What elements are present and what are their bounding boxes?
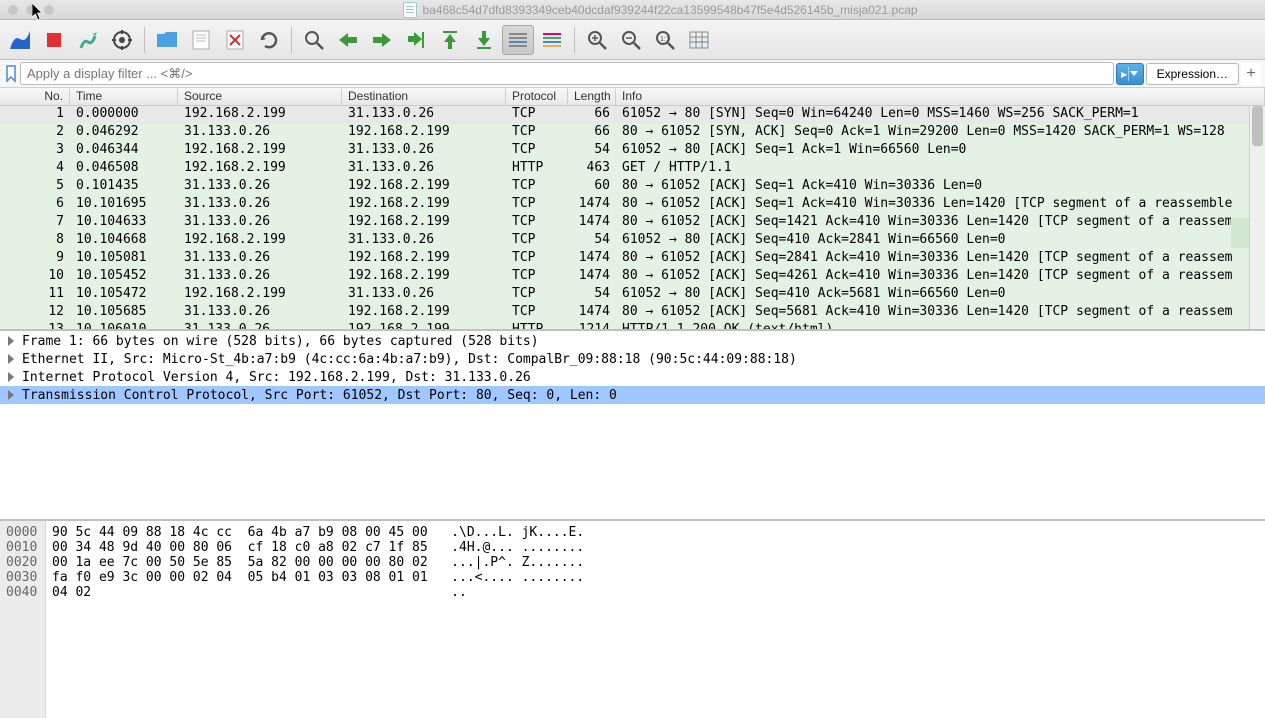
bookmark-icon[interactable] bbox=[4, 65, 18, 83]
packet-list-pane: No. Time Source Destination Protocol Len… bbox=[0, 88, 1265, 331]
toolbar-separator bbox=[574, 27, 575, 53]
toolbar-separator bbox=[291, 27, 292, 53]
col-time[interactable]: Time bbox=[70, 88, 178, 105]
main-toolbar: 1:1 bbox=[0, 20, 1265, 60]
close-window[interactable] bbox=[8, 5, 18, 15]
toolbar-separator bbox=[144, 27, 145, 53]
col-no[interactable]: No. bbox=[0, 88, 70, 105]
packet-row[interactable]: 10.000000192.168.2.19931.133.0.26TCP6661… bbox=[0, 106, 1265, 124]
save-file-button[interactable] bbox=[185, 25, 217, 55]
goto-last-button[interactable] bbox=[468, 25, 500, 55]
cursor-icon bbox=[32, 3, 44, 21]
goto-packet-button[interactable] bbox=[400, 25, 432, 55]
packet-row[interactable]: 810.104668192.168.2.19931.133.0.26TCP546… bbox=[0, 232, 1265, 250]
packet-row[interactable]: 30.046344192.168.2.19931.133.0.26TCP5461… bbox=[0, 142, 1265, 160]
zoom-window[interactable] bbox=[44, 5, 54, 15]
find-packet-button[interactable] bbox=[298, 25, 330, 55]
packet-row[interactable]: 610.10169531.133.0.26192.168.2.199TCP147… bbox=[0, 196, 1265, 214]
packet-row[interactable]: 40.046508192.168.2.19931.133.0.26HTTP463… bbox=[0, 160, 1265, 178]
wireshark-icon[interactable] bbox=[4, 25, 36, 55]
go-forward-button[interactable] bbox=[366, 25, 398, 55]
goto-first-button[interactable] bbox=[434, 25, 466, 55]
auto-scroll-button[interactable] bbox=[502, 25, 534, 55]
expand-icon[interactable] bbox=[4, 334, 18, 348]
display-filter-input[interactable] bbox=[20, 62, 1114, 85]
svg-text:1:1: 1:1 bbox=[660, 36, 670, 43]
hex-dump[interactable]: 90 5c 44 09 88 18 4c cc 6a 4b a7 b9 08 0… bbox=[46, 521, 590, 718]
filter-toolbar: ▸ Expression… + bbox=[0, 60, 1265, 88]
col-length[interactable]: Length bbox=[568, 88, 616, 105]
expression-button[interactable]: Expression… bbox=[1146, 63, 1239, 85]
packet-list-header[interactable]: No. Time Source Destination Protocol Len… bbox=[0, 88, 1265, 106]
packet-details-pane[interactable]: Frame 1: 66 bytes on wire (528 bits), 66… bbox=[0, 331, 1265, 521]
packet-row[interactable]: 50.10143531.133.0.26192.168.2.199TCP6080… bbox=[0, 178, 1265, 196]
packet-row[interactable]: 1310.10601031.133.0.26192.168.2.199HTTP1… bbox=[0, 322, 1265, 331]
tree-item[interactable]: Frame 1: 66 bytes on wire (528 bits), 66… bbox=[0, 332, 1265, 350]
packet-minimap bbox=[1231, 106, 1249, 329]
window-title-wrap: ba468c54d7dfd8393349ceb40dcdaf939244f22c… bbox=[64, 2, 1257, 18]
close-file-button[interactable] bbox=[219, 25, 251, 55]
filter-apply-dropdown[interactable]: ▸ bbox=[1116, 63, 1144, 85]
packet-row[interactable]: 910.10508131.133.0.26192.168.2.199TCP147… bbox=[0, 250, 1265, 268]
window-controls bbox=[8, 5, 54, 15]
zoom-out-button[interactable] bbox=[615, 25, 647, 55]
expand-icon[interactable] bbox=[4, 370, 18, 384]
zoom-in-button[interactable] bbox=[581, 25, 613, 55]
packet-row[interactable]: 20.04629231.133.0.26192.168.2.199TCP6680… bbox=[0, 124, 1265, 142]
packet-list-body[interactable]: 10.000000192.168.2.19931.133.0.26TCP6661… bbox=[0, 106, 1265, 331]
capture-options-button[interactable] bbox=[106, 25, 138, 55]
tree-item[interactable]: Internet Protocol Version 4, Src: 192.16… bbox=[0, 368, 1265, 386]
col-source[interactable]: Source bbox=[178, 88, 342, 105]
file-icon bbox=[403, 2, 417, 18]
col-destination[interactable]: Destination bbox=[342, 88, 506, 105]
packet-list-scrollbar[interactable] bbox=[1249, 106, 1265, 329]
tree-item[interactable]: Ethernet II, Src: Micro-St_4b:a7:b9 (4c:… bbox=[0, 350, 1265, 368]
titlebar: ba468c54d7dfd8393349ceb40dcdaf939244f22c… bbox=[0, 0, 1265, 20]
colorize-button[interactable] bbox=[536, 25, 568, 55]
tree-item[interactable]: Transmission Control Protocol, Src Port:… bbox=[0, 386, 1265, 404]
col-protocol[interactable]: Protocol bbox=[506, 88, 568, 105]
packet-row[interactable]: 1110.105472192.168.2.19931.133.0.26TCP54… bbox=[0, 286, 1265, 304]
packet-row[interactable]: 1210.10568531.133.0.26192.168.2.199TCP14… bbox=[0, 304, 1265, 322]
open-file-button[interactable] bbox=[151, 25, 183, 55]
stop-capture-button[interactable] bbox=[38, 25, 70, 55]
reload-button[interactable] bbox=[253, 25, 285, 55]
go-back-button[interactable] bbox=[332, 25, 364, 55]
resize-columns-button[interactable] bbox=[683, 25, 715, 55]
add-filter-button[interactable]: + bbox=[1241, 63, 1261, 85]
hex-offsets: 00000010002000300040 bbox=[0, 521, 46, 718]
packet-row[interactable]: 1010.10545231.133.0.26192.168.2.199TCP14… bbox=[0, 268, 1265, 286]
zoom-reset-button[interactable]: 1:1 bbox=[649, 25, 681, 55]
window-title: ba468c54d7dfd8393349ceb40dcdaf939244f22c… bbox=[422, 3, 917, 17]
packet-row[interactable]: 710.10463331.133.0.26192.168.2.199TCP147… bbox=[0, 214, 1265, 232]
restart-capture-button[interactable] bbox=[72, 25, 104, 55]
packet-bytes-pane[interactable]: 00000010002000300040 90 5c 44 09 88 18 4… bbox=[0, 521, 1265, 718]
expand-icon[interactable] bbox=[4, 352, 18, 366]
expand-icon[interactable] bbox=[4, 388, 18, 402]
col-info[interactable]: Info bbox=[616, 88, 1265, 105]
